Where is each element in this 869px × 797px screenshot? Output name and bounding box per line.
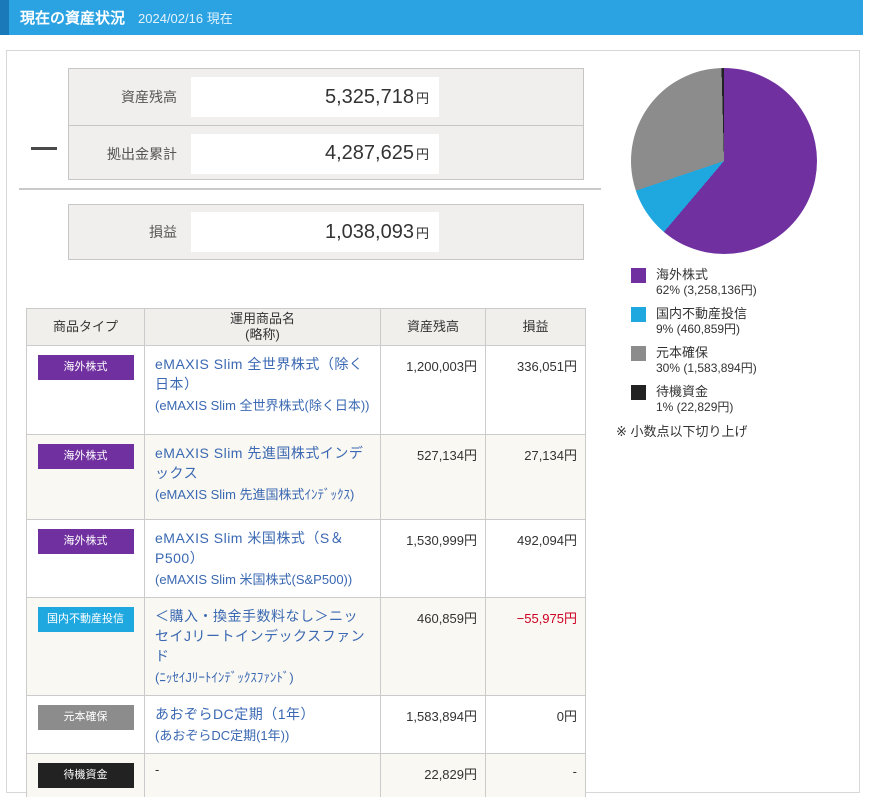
profit-cell: 492,094円 [485, 519, 586, 598]
profit-summary-box: 損益 1,038,093 円 [68, 204, 584, 260]
table-row: 待機資金 - 22,829円 - [26, 753, 586, 797]
contribution-total-label: 拠出金累計 [107, 145, 177, 162]
contribution-total-value: 4,287,625 [325, 142, 414, 164]
contribution-total-value-box: 4,287,625 円 [191, 133, 439, 174]
table-row: 海外株式 eMAXIS Slim 米国株式（S＆P500） (eMAXIS Sl… [26, 519, 586, 598]
minus-operator-icon [31, 147, 57, 150]
product-name-link[interactable]: eMAXIS Slim 米国株式（S＆P500） [155, 528, 372, 568]
legend-label: 海外株式 [656, 267, 709, 282]
product-type-badge: 待機資金 [37, 763, 134, 788]
profit-cell-negative: −55,975円 [485, 597, 586, 696]
product-name-link[interactable]: eMAXIS Slim 先進国株式インデックス [155, 443, 372, 483]
table-row: 元本確保 あおぞらDC定期（1年） (あおぞらDC定期(1年)) 1,583,8… [26, 695, 586, 754]
legend-item-domestic-reit: 国内不動産投信 9% (460,859円) [631, 305, 851, 337]
legend-value: 1% (22,829円) [656, 400, 734, 414]
profit-label: 損益 [149, 224, 177, 240]
product-alias: (ﾆｯｾｲJﾘｰﾄｲﾝﾃﾞｯｸｽﾌｧﾝﾄﾞ) [155, 670, 294, 685]
legend-label: 国内不動産投信 [656, 306, 748, 321]
legend-swatch-principal-guaranteed [631, 346, 646, 361]
product-name-link[interactable]: eMAXIS Slim 全世界株式（除く日本） [155, 354, 372, 394]
product-type-badge: 国内不動産投信 [37, 607, 134, 632]
table-row: 海外株式 eMAXIS Slim 全世界株式（除く日本） (eMAXIS Sli… [26, 345, 586, 435]
product-type-badge: 海外株式 [37, 529, 134, 554]
legend-swatch-domestic-reit [631, 307, 646, 322]
asset-balance-value-box: 5,325,718 円 [191, 77, 439, 117]
col-header-profit: 損益 [485, 308, 586, 346]
asset-balance-unit: 円 [415, 90, 429, 106]
contribution-total-row: 拠出金累計 4,287,625 円 [69, 125, 583, 181]
page-title: 現在の資産状況 [20, 10, 126, 27]
asset-balance-value: 5,325,718 [325, 85, 414, 108]
legend-swatch-foreign-equity [631, 268, 646, 283]
header-accent-stripe [0, 0, 9, 35]
profit-cell: 0円 [485, 695, 586, 754]
horizontal-divider [19, 188, 601, 190]
legend-item-foreign-equity: 海外株式 62% (3,258,136円) [631, 266, 851, 298]
profit-cell: 27,134円 [485, 434, 586, 520]
product-type-badge: 元本確保 [37, 705, 134, 730]
table-row: 海外株式 eMAXIS Slim 先進国株式インデックス (eMAXIS Sli… [26, 434, 586, 520]
balance-cell: 22,829円 [380, 753, 486, 797]
col-header-product-type: 商品タイプ [26, 308, 145, 346]
legend-item-principal-guaranteed: 元本確保 30% (1,583,894円) [631, 344, 851, 376]
product-alias: (eMAXIS Slim 米国株式(S&P500)) [155, 572, 353, 587]
legend-value: 30% (1,583,894円) [656, 361, 757, 375]
legend-swatch-standby-funds [631, 385, 646, 400]
product-type-badge: 海外株式 [37, 444, 134, 469]
legend-value: 62% (3,258,136円) [656, 283, 757, 297]
as-of-date: 2024/02/16 現在 [138, 11, 233, 26]
asset-balance-label: 資産残高 [121, 89, 177, 105]
products-table: 商品タイプ 運用商品名 (略称) 資産残高 損益 海外株式 eMAXIS Sli… [26, 308, 586, 797]
contribution-total-unit: 円 [415, 147, 429, 162]
product-name-link[interactable]: あおぞらDC定期（1年） [155, 704, 372, 724]
balance-cell: 527,134円 [380, 434, 486, 520]
table-row: 国内不動産投信 ＜購入・換金手数料なし＞ニッセイJリートインデックスファンド (… [26, 597, 586, 696]
section-header: 現在の資産状況 2024/02/16 現在 [0, 0, 863, 35]
balance-cell: 1,200,003円 [380, 345, 486, 435]
balance-summary-box: 資産残高 5,325,718 円 拠出金累計 4,287,625 円 [68, 68, 584, 180]
balance-cell: 1,583,894円 [380, 695, 486, 754]
profit-cell: - [485, 753, 586, 797]
asset-balance-row: 資産残高 5,325,718 円 [69, 69, 583, 125]
pie-legend: 海外株式 62% (3,258,136円) 国内不動産投信 9% (460,85… [631, 266, 851, 422]
table-header-row: 商品タイプ 運用商品名 (略称) 資産残高 損益 [26, 308, 586, 346]
rounding-note: ※ 小数点以下切り上げ [616, 424, 748, 439]
product-type-badge: 海外株式 [37, 355, 134, 380]
profit-value: 1,038,093 [325, 220, 414, 243]
product-alias: (eMAXIS Slim 先進国株式ｲﾝﾃﾞｯｸｽ) [155, 487, 355, 502]
profit-row: 損益 1,038,093 円 [69, 205, 583, 259]
col-header-product-name: 運用商品名 (略称) [144, 308, 381, 346]
legend-value: 9% (460,859円) [656, 322, 741, 336]
asset-status-page: 現在の資産状況 2024/02/16 現在 資産残高 5,325,718 円 拠… [0, 0, 869, 797]
balance-cell: 460,859円 [380, 597, 486, 696]
profit-unit: 円 [415, 225, 429, 241]
legend-label: 元本確保 [656, 345, 709, 360]
balance-cell: 1,530,999円 [380, 519, 486, 598]
legend-item-standby-funds: 待機資金 1% (22,829円) [631, 383, 851, 415]
product-name-placeholder: - [155, 762, 160, 777]
content-panel: 資産残高 5,325,718 円 拠出金累計 4,287,625 円 損益 1,… [6, 50, 860, 797]
product-alias: (eMAXIS Slim 全世界株式(除く日本)) [155, 398, 370, 413]
legend-label: 待機資金 [656, 384, 709, 399]
asset-allocation-pie-chart [631, 68, 817, 254]
profit-value-box: 1,038,093 円 [191, 212, 439, 252]
product-name-link[interactable]: ＜購入・換金手数料なし＞ニッセイJリートインデックスファンド [155, 606, 372, 666]
profit-cell: 336,051円 [485, 345, 586, 435]
col-header-balance: 資産残高 [380, 308, 486, 346]
product-alias: (あおぞらDC定期(1年)) [155, 728, 290, 743]
